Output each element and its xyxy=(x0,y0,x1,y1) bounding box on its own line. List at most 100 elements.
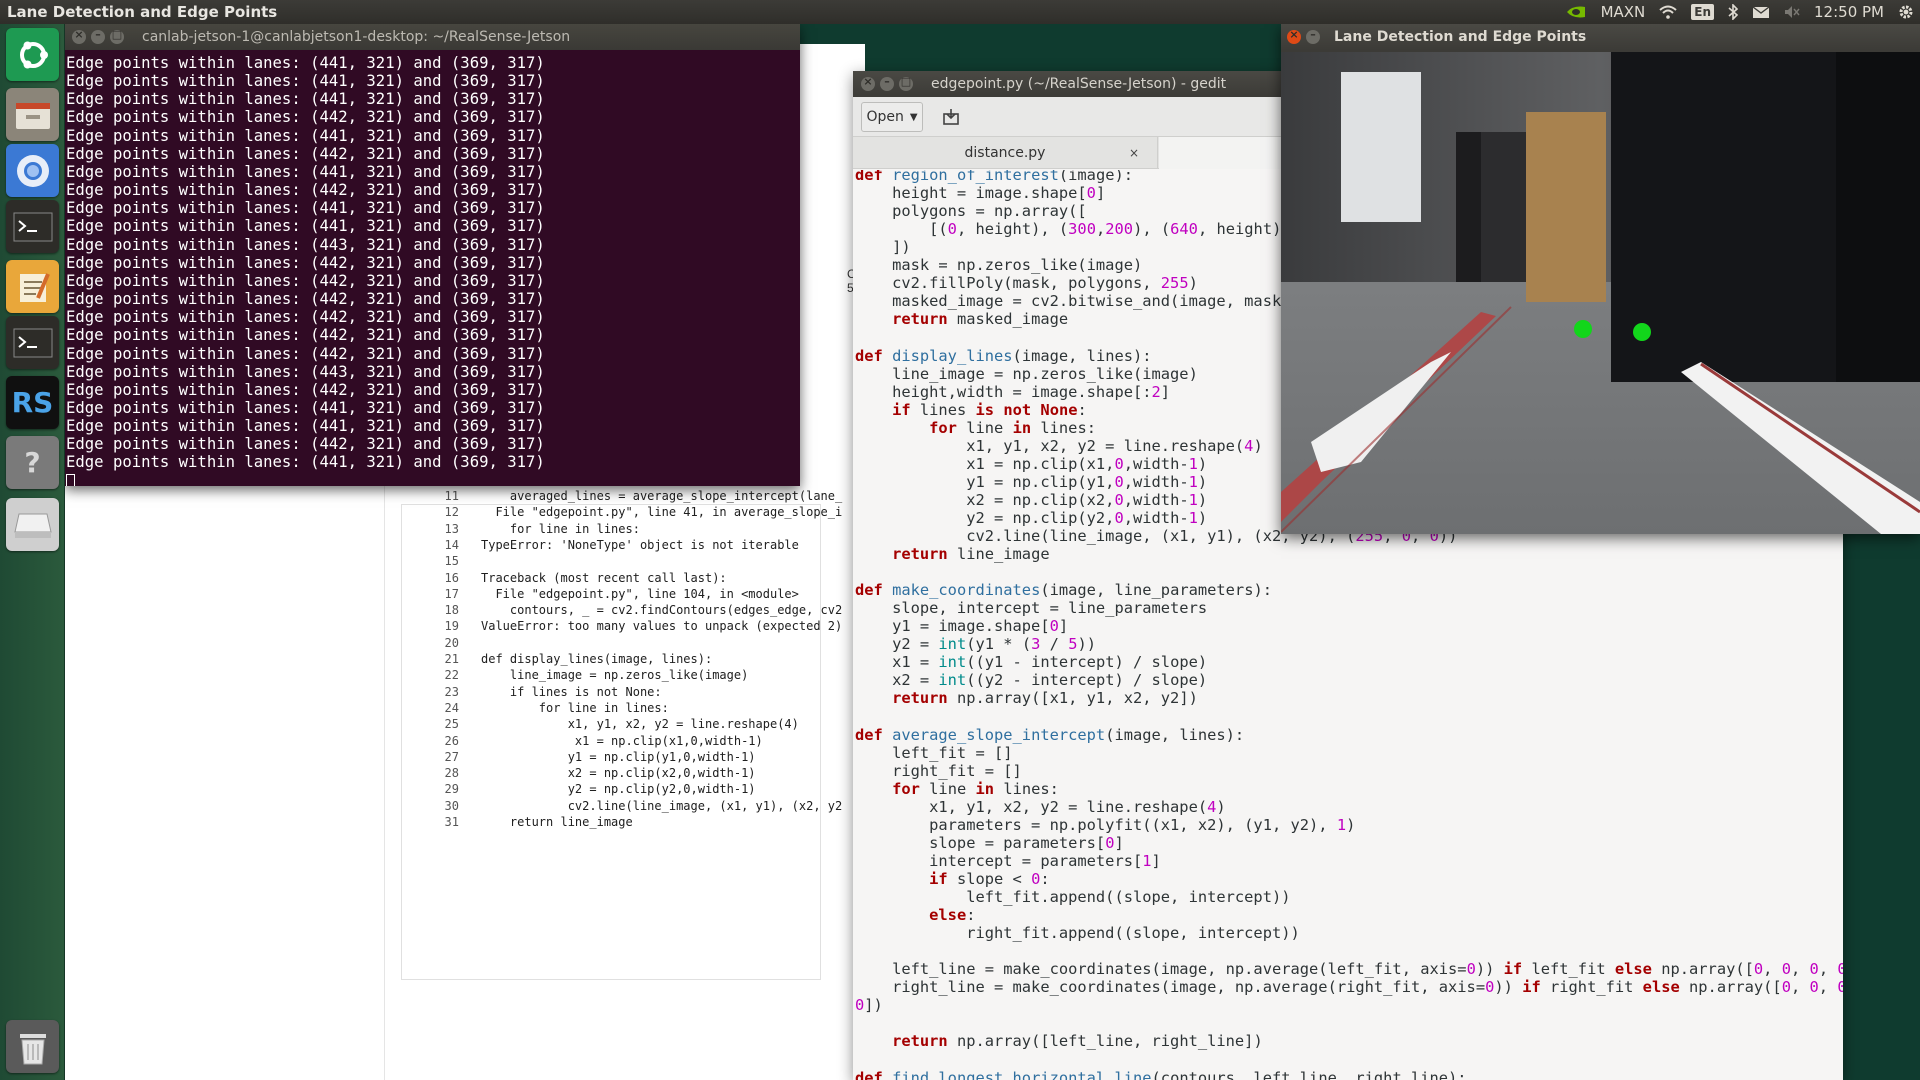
number-literal: 0 xyxy=(1837,960,1843,979)
code-line: right_fit = [] xyxy=(855,761,1022,780)
minimize-icon[interactable]: – xyxy=(1306,28,1320,44)
camera-feed xyxy=(1281,52,1920,534)
code-line: line_image = np.zeros_like(image) xyxy=(855,364,1198,383)
code-line: y1 = image.shape[0] xyxy=(855,617,1069,636)
keyboard-layout[interactable]: En xyxy=(1691,4,1715,20)
terminal-line: Edge points within lanes: (442, 321) and… xyxy=(66,290,545,309)
close-icon[interactable]: × xyxy=(1287,28,1301,44)
code-line: return np.array([x1, y1, x2, y2]) xyxy=(855,689,1198,707)
line-number: 31 xyxy=(444,815,459,829)
code-line: right_line = make_coordinates(image, np.… xyxy=(855,978,1843,996)
terminal-line: Edge points within lanes: (441, 321) and… xyxy=(66,453,545,472)
close-icon[interactable]: × xyxy=(861,75,875,91)
nvidia-icon[interactable] xyxy=(1565,5,1587,19)
text-editor-icon[interactable] xyxy=(6,260,59,313)
power-mode[interactable]: MAXN xyxy=(1601,3,1646,21)
terminal-output[interactable]: Edge points within lanes: (441, 321) and… xyxy=(65,50,800,486)
keyword: for xyxy=(929,418,957,437)
volume-muted-icon[interactable] xyxy=(1784,5,1800,19)
line-text: line_image = np.zeros_like(image) xyxy=(481,668,749,683)
ubuntu-home-icon[interactable] xyxy=(6,28,59,81)
cardboard-box xyxy=(1526,112,1606,302)
terminal-line: Edge points within lanes: (441, 321) and… xyxy=(66,199,545,218)
keyword: def xyxy=(855,1068,893,1080)
minimize-icon[interactable]: – xyxy=(91,28,105,44)
terminal-2-icon[interactable] xyxy=(6,316,59,369)
terminal-line: Edge points within lanes: (443, 321) and… xyxy=(66,235,545,254)
code-line: x1, y1, x2, y2 = line.reshape(4) xyxy=(855,797,1226,816)
line-text: x2 = np.clip(x2,0,width-1) xyxy=(481,766,756,781)
code-line: ]) xyxy=(855,238,911,257)
realsense-viewer-icon[interactable]: RS xyxy=(6,376,59,429)
number-literal: 0 xyxy=(1781,978,1791,997)
help-icon[interactable]: ? xyxy=(6,436,59,489)
open-button[interactable]: Open ▼ xyxy=(861,102,923,132)
keyword: if xyxy=(1503,960,1523,979)
wifi-icon[interactable] xyxy=(1659,5,1677,19)
number-literal: 0 xyxy=(1485,978,1495,997)
terminal-titlebar[interactable]: × – □ canlab-jetson-1@canlabjetson1-desk… xyxy=(65,24,800,50)
keyword: def xyxy=(855,346,893,365)
bluetooth-icon[interactable] xyxy=(1728,4,1739,20)
keyword: else xyxy=(929,906,967,925)
code-line: cv2.fillPoly(mask, polygons, 255) xyxy=(855,274,1198,293)
camera-frame-image xyxy=(1281,52,1920,534)
line-text: y2 = np.clip(y2,0,width-1) xyxy=(481,782,756,797)
terminal-line: Edge points within lanes: (441, 321) and… xyxy=(66,417,545,436)
edge-point-right xyxy=(1633,323,1651,341)
code-text: (image, line_parameters): xyxy=(1040,581,1272,600)
terminal-line: Edge points within lanes: (441, 321) and… xyxy=(66,217,545,236)
keyword: is xyxy=(975,400,995,419)
terminal-icon[interactable] xyxy=(6,200,59,253)
open-button-label: Open xyxy=(866,109,904,125)
code-line: left_fit.append((slope, intercept)) xyxy=(855,888,1291,906)
number-literal: 1 xyxy=(1336,815,1347,834)
trash-icon[interactable] xyxy=(6,1020,59,1073)
code-line: return np.array([left_line, right_line]) xyxy=(855,1032,1263,1050)
tab-label: distance.py xyxy=(964,145,1046,161)
number-literal: 0 xyxy=(1114,490,1124,509)
mail-icon[interactable] xyxy=(1752,5,1770,19)
maximize-icon[interactable]: □ xyxy=(899,75,913,91)
tab-distance[interactable]: distance.py × xyxy=(853,137,1158,169)
function-name: average_slope_intercept xyxy=(892,725,1106,744)
keyword: def xyxy=(855,170,893,184)
code-line: x1 = int((y1 - intercept) / slope) xyxy=(855,653,1208,672)
close-tab-icon[interactable]: × xyxy=(1129,146,1139,160)
maximize-icon[interactable]: □ xyxy=(110,28,124,44)
save-button[interactable] xyxy=(935,102,967,132)
close-icon[interactable]: × xyxy=(72,28,86,44)
line-number: 23 xyxy=(444,684,459,699)
number-literal: 0 xyxy=(1837,978,1843,997)
code-line: slope = parameters[0] xyxy=(855,833,1124,852)
line-number: 26 xyxy=(444,733,459,748)
terminal-line: Edge points within lanes: (443, 321) and… xyxy=(66,362,545,381)
code-line: def make_coordinates(image, line_paramet… xyxy=(855,581,1272,599)
number-literal: 0 xyxy=(1031,869,1041,888)
minimize-icon[interactable]: – xyxy=(880,75,894,91)
terminal-title: canlab-jetson-1@canlabjetson1-desktop: ~… xyxy=(142,29,571,45)
terminal-cursor xyxy=(66,473,75,486)
terminal-window[interactable]: × – □ canlab-jetson-1@canlabjetson1-desk… xyxy=(65,24,800,486)
code-line: x2 = int((y2 - intercept) / slope) xyxy=(855,671,1208,690)
chevron-down-icon: ▼ xyxy=(909,111,918,123)
gedit-title: edgepoint.py (~/RealSense-Jetson) - gedi… xyxy=(931,76,1227,92)
code-text: (image, lines): xyxy=(1105,725,1245,744)
launcher-label: RS xyxy=(11,386,54,419)
clock[interactable]: 12:50 PM xyxy=(1814,3,1884,21)
drive-icon[interactable] xyxy=(6,498,59,551)
chromium-icon[interactable] xyxy=(6,144,59,197)
files-icon[interactable] xyxy=(6,88,59,141)
line-text: y1 = np.clip(y1,0,width-1) xyxy=(481,749,756,764)
number-literal: 0 xyxy=(1114,508,1124,527)
code-text: (image): xyxy=(1058,170,1134,184)
number-literal: 0 xyxy=(1105,833,1115,852)
code-line: return masked_image xyxy=(855,310,1068,328)
settings-gear-icon[interactable] xyxy=(1898,4,1914,20)
camera-window[interactable]: × – Lane Detection and Edge Points xyxy=(1281,24,1920,534)
line-number: 12 xyxy=(444,505,459,520)
code-line: y2 = np.clip(y2,0,width-1) xyxy=(855,508,1208,527)
function-name: display_lines xyxy=(892,346,1013,365)
code-line: for line in lines: xyxy=(892,779,1059,798)
camera-titlebar[interactable]: × – Lane Detection and Edge Points xyxy=(1281,24,1920,50)
